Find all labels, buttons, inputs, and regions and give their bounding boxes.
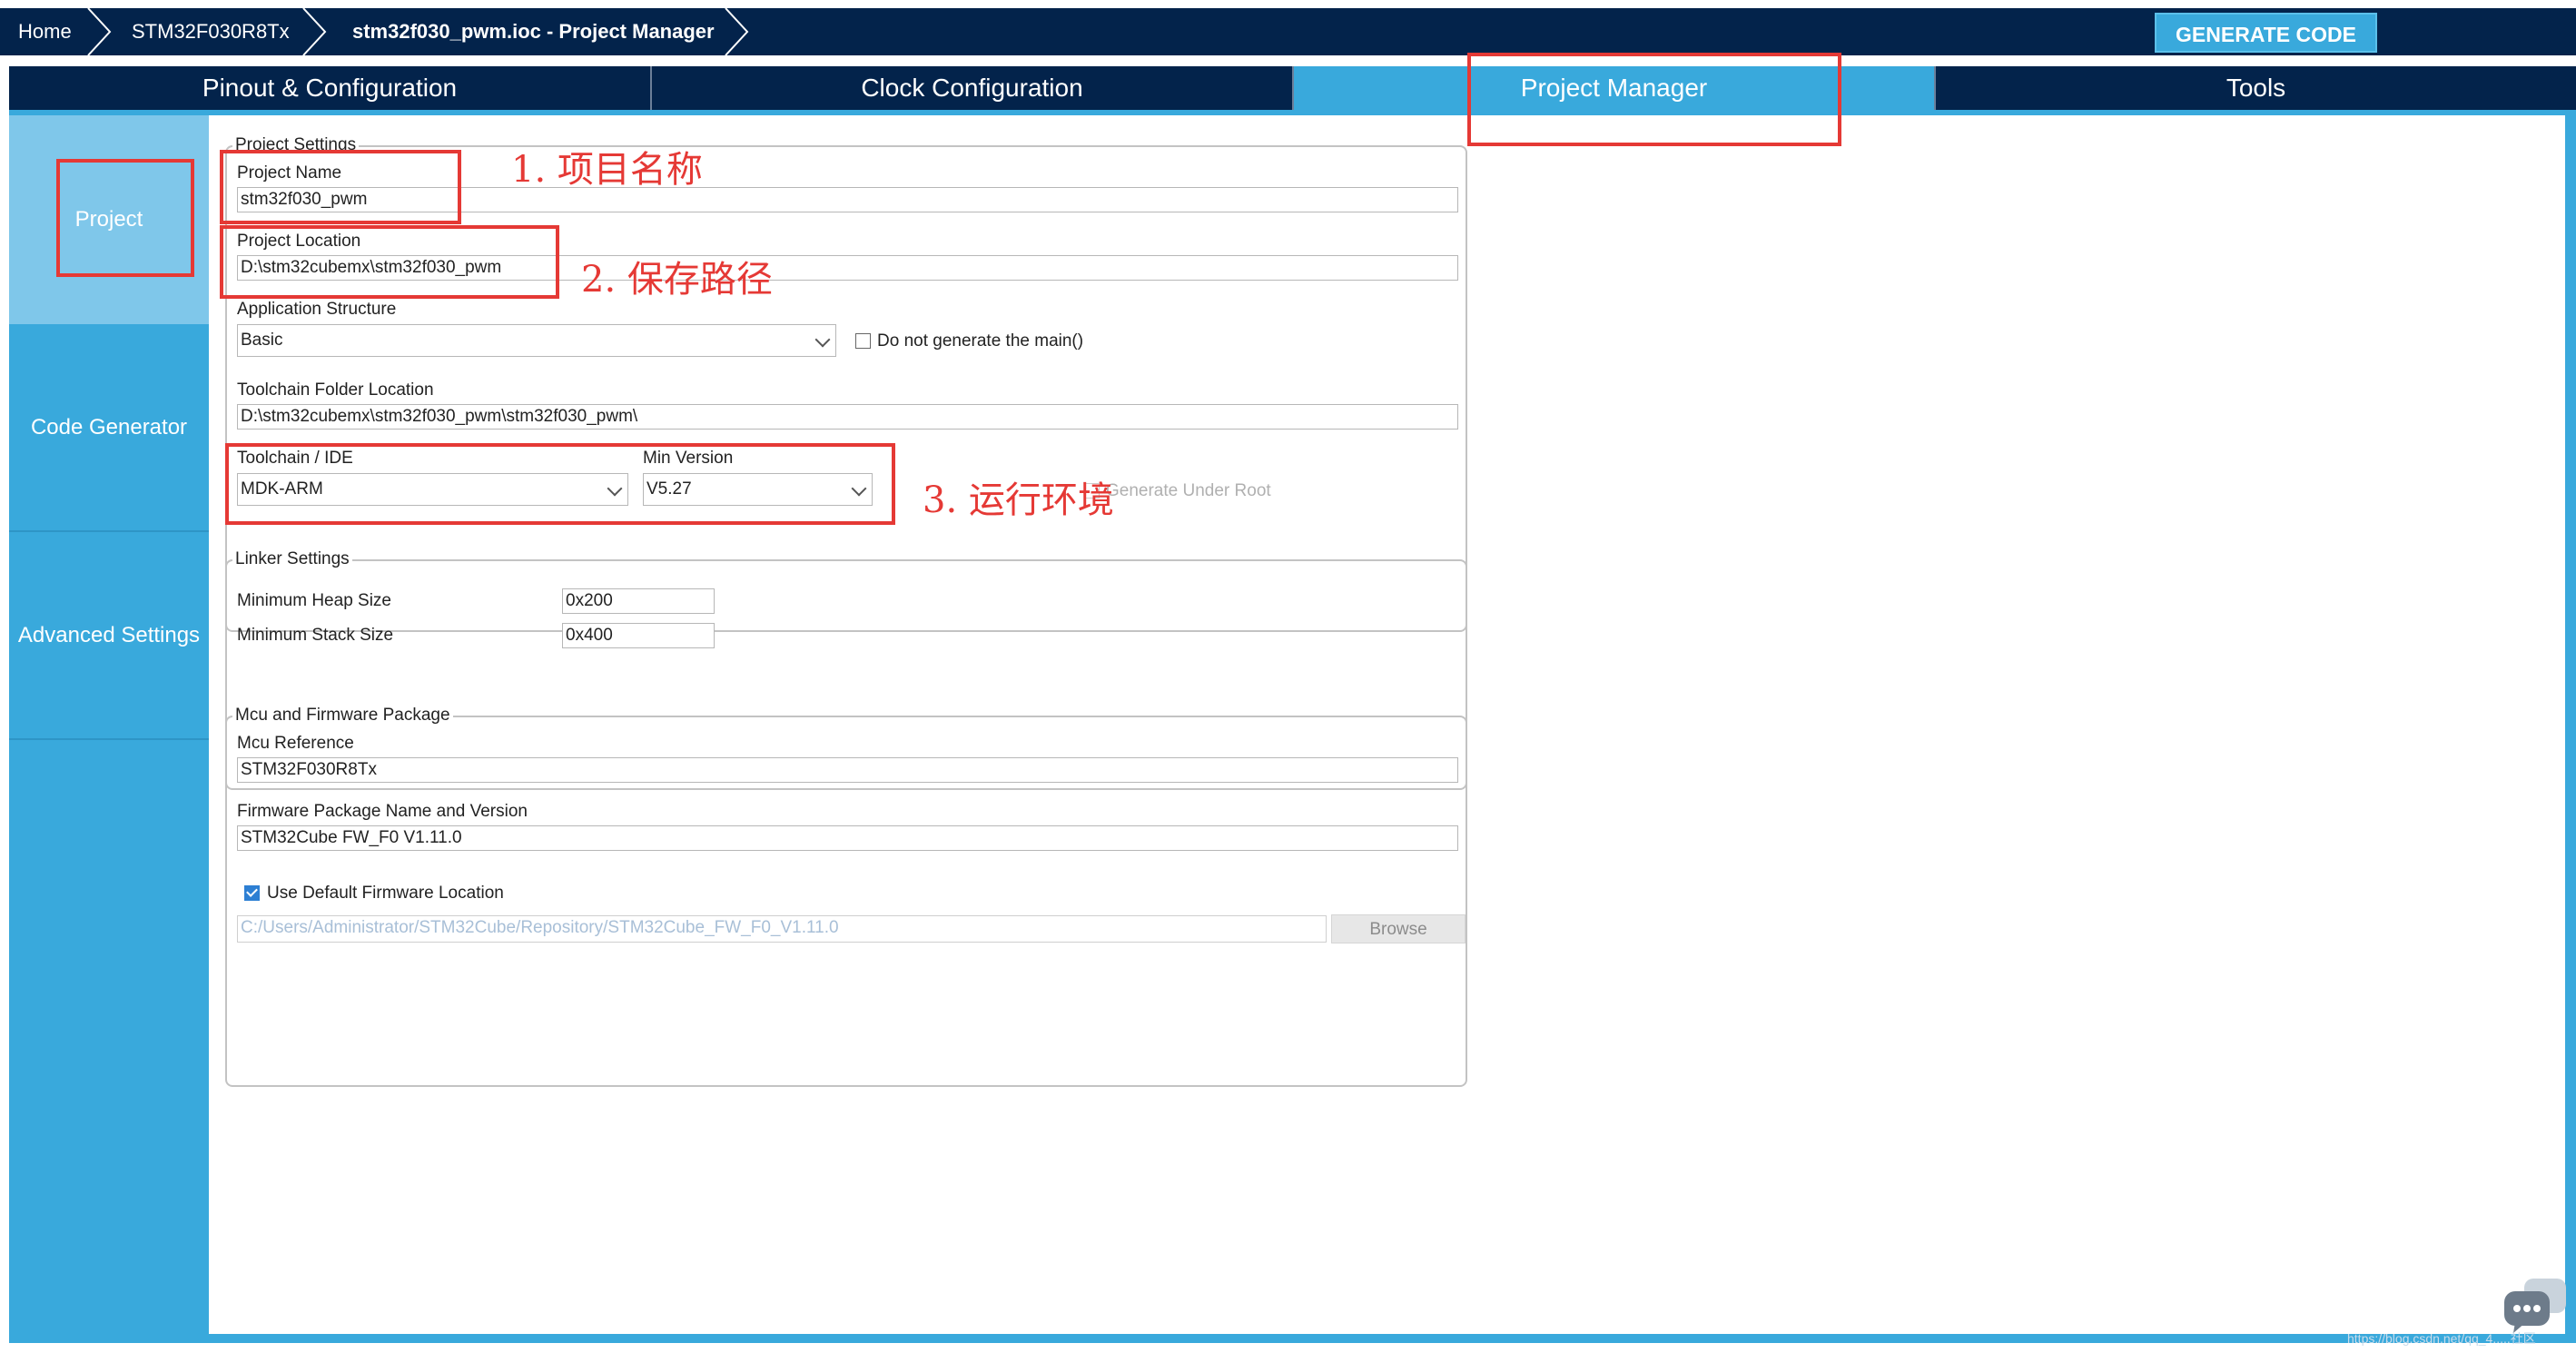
use-default-firmware-label: Use Default Firmware Location — [267, 884, 504, 903]
sidebar-item-code-generator[interactable]: Code Generator — [9, 324, 209, 530]
sidebar-divider — [9, 738, 209, 740]
breadcrumb-current[interactable]: stm32f030_pwm.ioc - Project Manager — [352, 8, 715, 55]
stack-size-input[interactable]: 0x400 — [562, 623, 715, 648]
heap-size-input[interactable]: 0x200 — [562, 588, 715, 614]
stack-size-label: Minimum Stack Size — [237, 626, 394, 645]
toolchain-folder-label: Toolchain Folder Location — [237, 380, 434, 400]
breadcrumb-separator-icon — [302, 8, 327, 55]
application-structure-select[interactable]: Basic — [237, 324, 836, 357]
firmware-package-label: Firmware Package Name and Version — [237, 802, 528, 821]
no-main-label: Do not generate the main() — [877, 331, 1084, 351]
mcu-reference-input[interactable]: STM32F030R8Tx — [237, 757, 1458, 783]
top-bar: Home STM32F030R8Tx stm32f030_pwm.ioc - P… — [0, 0, 2576, 61]
use-default-firmware-checkbox[interactable] — [244, 885, 260, 901]
browse-button[interactable]: Browse — [1331, 914, 1466, 943]
tab-pinout-configuration[interactable]: Pinout & Configuration — [9, 66, 652, 110]
annotation-box-sidebar — [56, 159, 194, 277]
application-structure-value: Basic — [241, 331, 283, 350]
tab-clock-configuration[interactable]: Clock Configuration — [652, 66, 1294, 110]
group-title: Linker Settings — [232, 548, 352, 570]
mcu-reference-label: Mcu Reference — [237, 734, 354, 753]
generate-code-button[interactable]: GENERATE CODE — [2155, 13, 2377, 53]
watermark: https://blog.csdn.net/qq_4.....社区 — [2347, 1331, 2536, 1346]
annotation-box-toolchain — [225, 443, 895, 525]
breadcrumb-mcu[interactable]: STM32F030R8Tx — [132, 8, 290, 55]
right-edge-bar — [2565, 115, 2576, 1334]
firmware-location-input[interactable]: C:/Users/Administrator/STM32Cube/Reposit… — [237, 915, 1327, 943]
breadcrumb-separator-icon — [725, 8, 749, 55]
annotation-box-location — [220, 225, 559, 299]
mcu-firmware-group: Mcu and Firmware Package Mcu Reference S… — [225, 705, 1467, 1087]
annotation-project-name: 1. 项目名称 — [511, 149, 703, 191]
annotation-toolchain: 3. 运行环境 — [923, 479, 1114, 521]
sidebar: Project Code Generator Advanced Settings — [9, 115, 209, 1334]
group-title: Mcu and Firmware Package — [232, 705, 453, 726]
bottom-edge-bar — [9, 1334, 2576, 1343]
heap-size-label: Minimum Heap Size — [237, 591, 391, 610]
tab-tools[interactable]: Tools — [1936, 66, 2576, 110]
firmware-package-input[interactable]: STM32Cube FW_F0 V1.11.0 — [237, 825, 1458, 851]
breadcrumb-separator-icon — [87, 8, 112, 55]
chevron-down-icon — [814, 331, 831, 348]
main-tabs: Pinout & Configuration Clock Configurati… — [9, 66, 2576, 110]
project-settings-panel: Project Settings Project Name stm32f030_… — [209, 115, 2565, 1334]
breadcrumb-home[interactable]: Home — [18, 8, 72, 55]
generate-under-root-label: Generate Under Root — [1106, 481, 1271, 500]
toolchain-folder-input[interactable]: D:\stm32cubemx\stm32f030_pwm\stm32f030_p… — [237, 404, 1458, 430]
application-structure-label: Application Structure — [237, 300, 397, 319]
no-main-checkbox[interactable] — [855, 333, 871, 349]
chat-bubble-icon[interactable] — [2502, 1279, 2568, 1335]
annotation-box-project-name — [220, 150, 461, 224]
annotation-box-tab — [1467, 53, 1841, 146]
annotation-location: 2. 保存路径 — [581, 259, 773, 301]
sidebar-item-advanced-settings[interactable]: Advanced Settings — [9, 532, 209, 738]
